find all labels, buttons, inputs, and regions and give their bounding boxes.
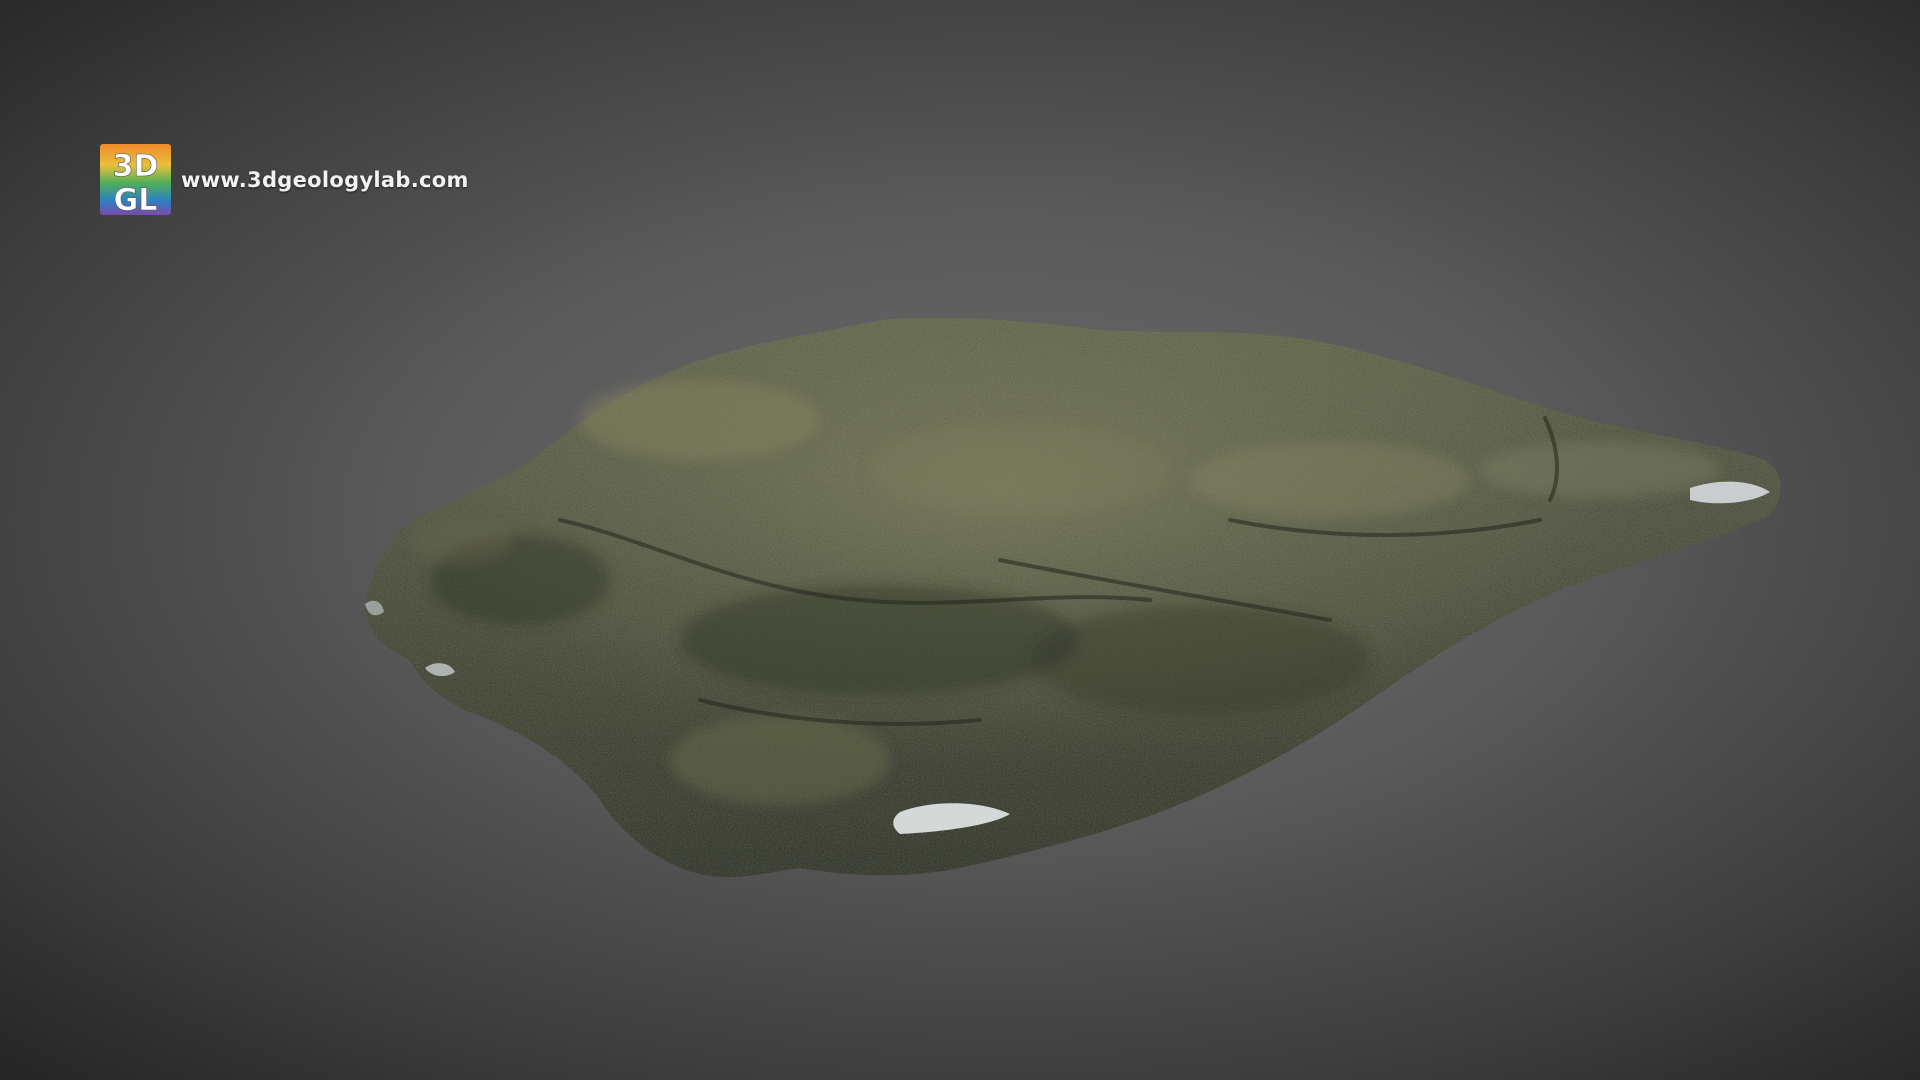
3dgl-logo: 3D GL <box>100 144 171 215</box>
svg-text:3D: 3D <box>113 149 159 184</box>
watermark: 3D GL www.3dgeologylab.com <box>100 144 469 215</box>
svg-text:GL: GL <box>114 183 158 215</box>
site-url: www.3dgeologylab.com <box>181 167 469 192</box>
model-viewport[interactable]: 3D GL www.3dgeologylab.com <box>0 0 1920 1080</box>
